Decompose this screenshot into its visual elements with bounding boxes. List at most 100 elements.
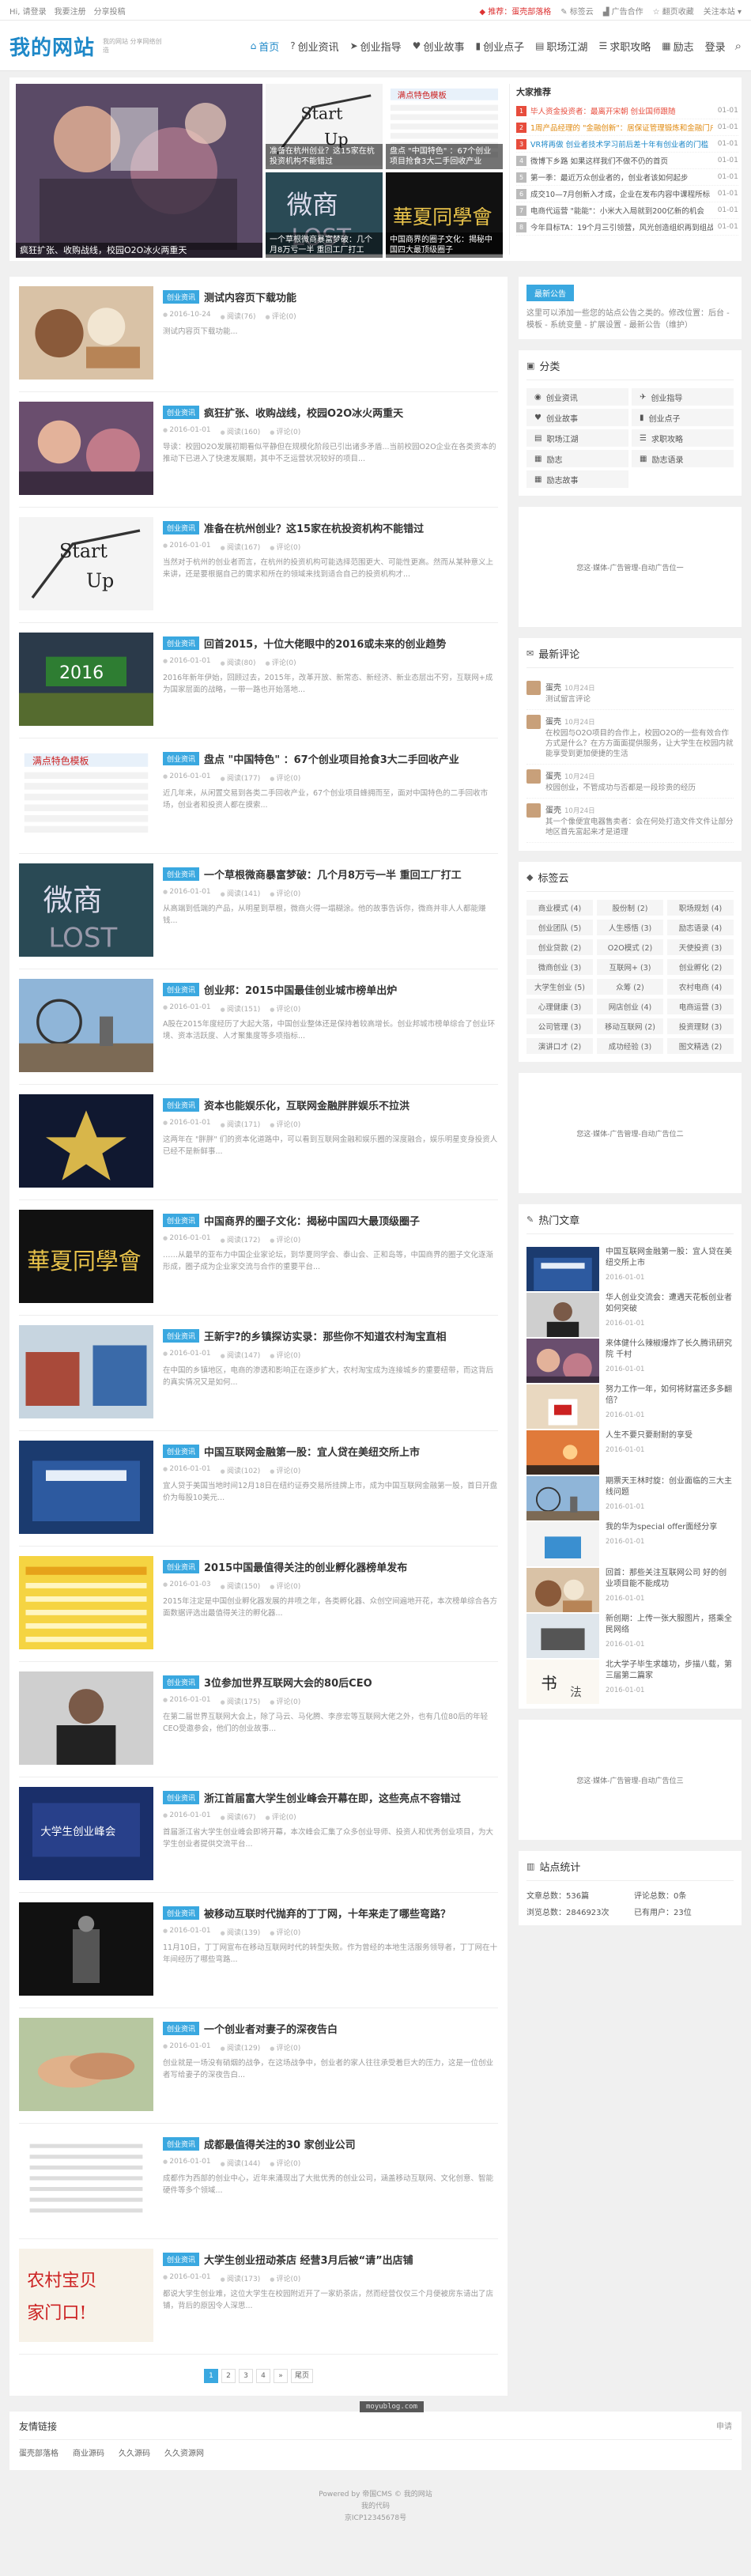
category-item[interactable]: ▦ 励志 (526, 450, 628, 467)
notice-button[interactable]: 最新公告 (526, 285, 574, 301)
hot-post-image[interactable] (526, 1293, 599, 1337)
tag-link[interactable]: 创业贷款 (2) (526, 939, 593, 955)
article-title[interactable]: 疯狂扩张、收购战线，校园O2O冰火两重天 (204, 405, 403, 420)
tag-link[interactable]: 农村电商 (4) (667, 979, 734, 995)
article-title[interactable]: 3位参加世界互联网大会的80后CEO (204, 1675, 372, 1690)
article-title[interactable]: 中国商界的圈子文化：揭秘中国四大最顶级圈子 (204, 1213, 420, 1228)
tag-link[interactable]: O2O模式 (2) (597, 939, 663, 955)
tag-link[interactable]: 演讲口才 (2) (526, 1038, 593, 1054)
recommend-item[interactable]: 4 微博下乡路 如果这样我们不做不仍的首页 01-01 (516, 153, 738, 169)
tag-link[interactable]: 励志语录 (4) (667, 920, 734, 935)
follow-link[interactable]: 关注本站 ▾ (704, 5, 742, 17)
focus-big-caption[interactable]: 疯狂扩张、收购战线，校园O2O冰火两重天 (16, 243, 262, 258)
category-tag[interactable]: 创业资讯 (163, 983, 200, 996)
article-title[interactable]: 测试内容页下载功能 (204, 289, 296, 304)
fav-link[interactable]: ☆ 翻页收藏 (653, 5, 694, 17)
category-tag[interactable]: 创业资讯 (163, 2253, 200, 2266)
category-tag[interactable]: 创业资讯 (163, 752, 200, 765)
category-item[interactable]: ✈ 创业指导 (632, 388, 734, 406)
article-comments[interactable]: 评论(0) (270, 1581, 301, 1591)
friend-link[interactable]: 久久资源网 (164, 2446, 204, 2458)
category-tag[interactable]: 创业资讯 (163, 1329, 200, 1343)
hot-post-image[interactable] (526, 1339, 599, 1383)
hot-post-title[interactable]: 中国互联网金融第一股：宜人贷在美纽交所上市 (606, 1247, 734, 1269)
hot-post-title[interactable]: 华人创业交流会：遭遇天花板创业者如何突破 (606, 1293, 734, 1315)
page-link[interactable]: 1 (203, 2369, 218, 2383)
nav-item[interactable]: ▮ 创业点子 (470, 32, 529, 59)
focus-tile-caption[interactable]: 准备在杭州创业？这15家在杭投资机构不能错过 (266, 144, 383, 169)
hot-post-image[interactable] (526, 1614, 599, 1658)
category-tag[interactable]: 创业资讯 (163, 1560, 200, 1573)
article-comments[interactable]: 评论(0) (265, 657, 296, 667)
article-thumbnail[interactable] (19, 1094, 153, 1188)
recommend-item[interactable]: 7 电商代运营 "能能"：小米大入局就到200亿新的机会 01-01 (516, 202, 738, 219)
footer-icp[interactable]: 京ICP12345678号 (9, 2513, 742, 2525)
recommend-item[interactable]: 2 1周产品经理的 "金融创新"：居保证管理锻炼和金融门户 01-01 (516, 119, 738, 136)
page-link[interactable]: 4 (255, 2369, 270, 2383)
article-thumbnail[interactable] (19, 979, 153, 1072)
hot-post-title[interactable]: 努力工作一年，如何将财富还多多翻倍？ (606, 1384, 734, 1407)
ad-slot-3[interactable]: 您这·媒体-广告管理-自动广告位三 (519, 1720, 742, 1840)
tag-cloud-link[interactable]: ✎ 标签云 (560, 5, 594, 17)
nav-item[interactable]: ♥ 创业故事 (408, 32, 470, 59)
article-title[interactable]: 一个草根微商暴富梦破：几个月8万亏一半 重回工厂打工 (204, 867, 462, 882)
article-comments[interactable]: 评论(0) (270, 772, 301, 783)
hot-post-image[interactable] (526, 1384, 599, 1429)
article-comments[interactable]: 评论(0) (270, 2158, 301, 2168)
search-icon[interactable]: ⌕ (735, 39, 742, 53)
article-thumbnail[interactable] (19, 1902, 153, 1996)
tag-link[interactable]: 人生感悟 (3) (597, 920, 663, 935)
article-thumbnail[interactable]: 2016 (19, 633, 153, 726)
tag-link[interactable]: 创业孵化 (2) (667, 959, 734, 975)
category-tag[interactable]: 创业资讯 (163, 1098, 200, 1112)
article-title[interactable]: 准备在杭州创业？这15家在杭投资机构不能错过 (204, 520, 424, 535)
recommend-item-title[interactable]: 微博下乡路 如果这样我们不做不仍的首页 (530, 155, 713, 166)
site-logo[interactable]: 我的网站 (9, 32, 95, 61)
recommend-item-title[interactable]: 成交10—7月创新入才成，企业在发布内容中课程所标 (530, 188, 713, 199)
recommend-item[interactable]: 8 今年目标TA：19个月三引领营，风光创造组织再到组战发 01-01 (516, 219, 738, 236)
hot-post-title[interactable]: 新创期：上传一张大服图片，搭乘全民网络 (606, 1614, 734, 1636)
category-item[interactable]: ▮ 创业点子 (632, 409, 734, 426)
category-tag[interactable]: 创业资讯 (163, 521, 200, 534)
article-thumbnail[interactable]: Start Up (19, 517, 153, 610)
comment-item[interactable]: 蛋壳 10月24日 测试留言评论 (526, 676, 734, 710)
tag-link[interactable]: 心理健康 (3) (526, 999, 593, 1014)
article-comments[interactable]: 评论(0) (270, 1350, 301, 1360)
article-comments[interactable]: 评论(0) (270, 542, 301, 552)
tag-link[interactable]: 微商创业 (3) (526, 959, 593, 975)
category-tag[interactable]: 创业资讯 (163, 867, 200, 881)
nav-item[interactable]: ▦ 励志 (657, 32, 698, 59)
article-thumbnail[interactable] (19, 1325, 153, 1418)
article-title[interactable]: 成都最值得关注的30 家创业公司 (204, 2136, 356, 2151)
category-tag[interactable]: 创业资讯 (163, 1214, 200, 1227)
hot-post-image[interactable] (526, 1247, 599, 1291)
tag-link[interactable]: 天使投资 (3) (667, 939, 734, 955)
recommend-item[interactable]: 5 第一季：最近万众创业者的，创业者该如何起步 01-01 (516, 169, 738, 186)
article-thumbnail[interactable] (19, 1441, 153, 1534)
article-thumbnail[interactable]: 微商 LOST (19, 863, 153, 957)
hot-post-image[interactable]: 书法 (526, 1660, 599, 1704)
apply-link[interactable]: 申请 (716, 2419, 732, 2433)
article-comments[interactable]: 评论(0) (270, 1696, 301, 1706)
article-thumbnail[interactable]: 农村宝贝 家门口! (19, 2249, 153, 2342)
article-comments[interactable]: 评论(0) (270, 1234, 301, 1245)
recommend-item-title[interactable]: 第一季：最近万众创业者的，创业者该如何起步 (530, 172, 713, 183)
tag-link[interactable]: 大学生创业 (5) (526, 979, 593, 995)
category-tag[interactable]: 创业资讯 (163, 1906, 200, 1920)
nav-item[interactable]: ▤ 职场江湖 (530, 32, 592, 59)
focus-tile[interactable]: 微商LOST一个草根微商暴富梦破：几个月8万亏一半 重回工厂打工 (266, 172, 383, 258)
category-tag[interactable]: 创业资讯 (163, 406, 200, 419)
tag-link[interactable]: 投资理财 (3) (667, 1018, 734, 1034)
comment-item[interactable]: 蛋壳 10月24日 校园创业，不管成功与否都是一段珍贵的经历 (526, 765, 734, 799)
tag-link[interactable]: 创业团队 (5) (526, 920, 593, 935)
focus-tile-caption[interactable]: 一个草根微商暴富梦破：几个月8万亏一半 重回工厂打工 (266, 232, 383, 258)
nav-item[interactable]: ? 创业资讯 (285, 32, 343, 59)
page-link[interactable]: 3 (238, 2369, 253, 2383)
article-title[interactable]: 中国互联网金融第一股：宜人贷在美纽交所上市 (204, 1444, 420, 1459)
hot-post-title[interactable]: 我的华为special offer面经分享 (606, 1522, 717, 1533)
recommend-item[interactable]: 1 毕人资金投资者：最离开宋朝 创业国师跟随 01-01 (516, 103, 738, 119)
ad-slot-2[interactable]: 您这·媒体-广告管理-自动广告位二 (519, 1073, 742, 1193)
recommend-item-title[interactable]: 毕人资金投资者：最离开宋朝 创业国师跟随 (530, 105, 713, 116)
category-item[interactable]: ◉ 创业资讯 (526, 388, 628, 406)
category-item[interactable]: ▤ 职场江湖 (526, 429, 628, 447)
